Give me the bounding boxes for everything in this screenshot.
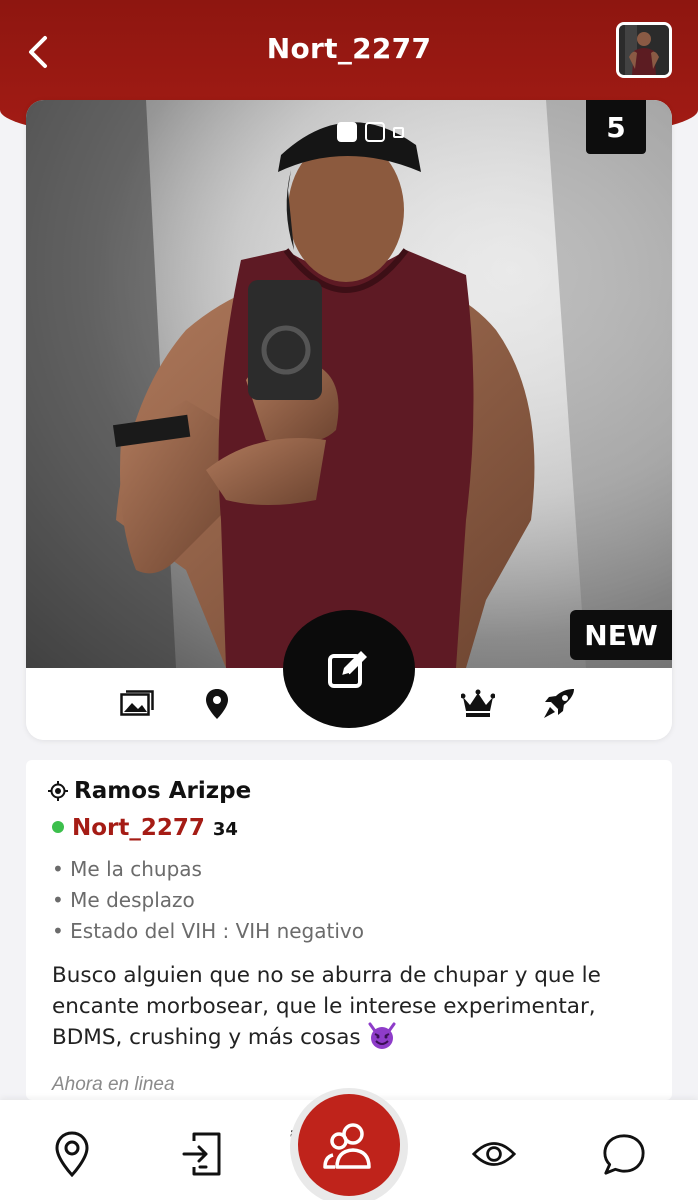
username: Nort_2277: [72, 815, 205, 841]
map-pin-icon: [55, 1131, 89, 1177]
age: 34: [212, 819, 238, 840]
map-pin-icon[interactable]: [200, 688, 234, 720]
photo-count-badge: 5: [586, 100, 646, 154]
edit-icon: [328, 651, 367, 688]
bottom-navigation: a: [0, 1088, 698, 1200]
location-target-icon: [48, 781, 68, 801]
nav-map-pin-button[interactable]: [50, 1130, 94, 1178]
bio-text: Busco alguien que no se aburra de chupar…: [52, 960, 662, 1053]
login-icon: [182, 1132, 221, 1176]
photos-icon[interactable]: [120, 688, 154, 720]
pager-dot-active[interactable]: [337, 122, 357, 142]
nav-views-button[interactable]: [472, 1130, 516, 1178]
profile-info: Ramos Arizpe Nort_2277 34 Me la chupas M…: [26, 760, 672, 1100]
online-status-text: Ahora en linea: [52, 1074, 175, 1095]
bio-body: Busco alguien que no se aburra de chupar…: [52, 963, 601, 1050]
profile-photo-card: 5 NEW: [26, 100, 672, 740]
page-title: Nort_2277: [266, 32, 432, 65]
rocket-icon[interactable]: [542, 688, 576, 720]
nav-chat-button[interactable]: [602, 1130, 646, 1178]
location-label: Ramos Arizpe: [74, 778, 252, 804]
crown-icon[interactable]: [461, 688, 495, 720]
avatar[interactable]: [616, 22, 672, 78]
pager-dot[interactable]: [365, 122, 385, 142]
edit-button[interactable]: [283, 610, 415, 728]
attribute-list: Me la chupas Me desplazo Estado del VIH …: [52, 854, 364, 947]
smiling-devil-emoji: [368, 1022, 396, 1049]
people-icon: [323, 1123, 371, 1169]
chat-bubble-icon: [603, 1134, 645, 1175]
list-item: Me desplazo: [52, 885, 364, 916]
list-item: Me la chupas: [52, 854, 364, 885]
people-button[interactable]: [298, 1094, 400, 1196]
pager-dot-small[interactable]: [393, 126, 404, 138]
new-badge: NEW: [570, 610, 672, 660]
profile-photo[interactable]: 5 NEW: [26, 100, 672, 668]
list-item: Estado del VIH : VIH negativo: [52, 916, 364, 947]
nav-login-button[interactable]: [180, 1130, 224, 1178]
online-indicator: [52, 821, 64, 833]
eye-icon: [472, 1142, 516, 1166]
location-row: Ramos Arizpe: [48, 778, 251, 804]
username-row: Nort_2277 34: [52, 815, 238, 841]
photo-pager[interactable]: [337, 122, 404, 142]
